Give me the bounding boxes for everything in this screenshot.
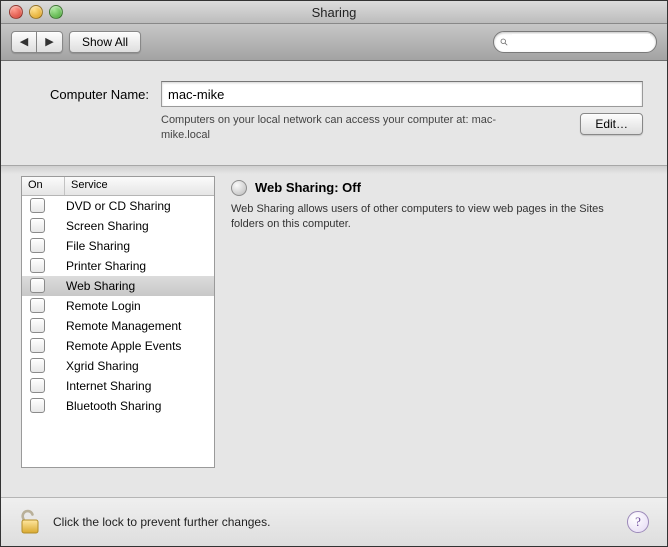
help-button[interactable]: ? xyxy=(627,511,649,533)
service-checkbox[interactable] xyxy=(30,378,45,393)
service-label: DVD or CD Sharing xyxy=(60,199,214,213)
service-label: Web Sharing xyxy=(60,279,214,293)
service-checkbox[interactable] xyxy=(30,338,45,353)
service-label: Remote Management xyxy=(60,319,214,333)
lock-description: Click the lock to prevent further change… xyxy=(53,515,270,529)
service-row[interactable]: Remote Login xyxy=(22,296,214,316)
chevron-left-icon: ◀ xyxy=(20,37,28,48)
column-header-service[interactable]: Service xyxy=(65,177,214,195)
service-row[interactable]: Screen Sharing xyxy=(22,216,214,236)
service-row[interactable]: Remote Apple Events xyxy=(22,336,214,356)
service-detail-pane: Web Sharing: Off Web Sharing allows user… xyxy=(231,176,647,468)
service-label: Remote Login xyxy=(60,299,214,313)
service-label: Bluetooth Sharing xyxy=(60,399,214,413)
service-checkbox[interactable] xyxy=(30,298,45,313)
service-checkbox[interactable] xyxy=(30,398,45,413)
service-label: Internet Sharing xyxy=(60,379,214,393)
show-all-button[interactable]: Show All xyxy=(69,31,141,53)
toolbar: ◀ ▶ Show All xyxy=(1,24,667,61)
service-checkbox[interactable] xyxy=(30,198,45,213)
search-icon xyxy=(500,36,508,48)
footer: Click the lock to prevent further change… xyxy=(1,497,667,546)
service-row[interactable]: Web Sharing xyxy=(22,276,214,296)
computer-name-label: Computer Name: xyxy=(25,87,149,102)
computer-name-subtext: Computers on your local network can acce… xyxy=(161,113,511,143)
service-checkbox[interactable] xyxy=(30,238,45,253)
service-row[interactable]: Internet Sharing xyxy=(22,376,214,396)
service-row[interactable]: Printer Sharing xyxy=(22,256,214,276)
service-detail-title: Web Sharing: Off xyxy=(255,180,361,195)
services-header-row: On Service xyxy=(22,177,214,196)
section-divider xyxy=(1,165,667,176)
service-checkbox[interactable] xyxy=(30,218,45,233)
column-header-on[interactable]: On xyxy=(22,177,65,195)
service-label: Screen Sharing xyxy=(60,219,214,233)
service-detail-description: Web Sharing allows users of other comput… xyxy=(231,202,631,233)
window-close-button[interactable] xyxy=(9,5,23,19)
computer-name-input[interactable] xyxy=(161,81,643,107)
service-checkbox[interactable] xyxy=(30,358,45,373)
edit-button[interactable]: Edit… xyxy=(580,113,643,135)
status-indicator-icon xyxy=(231,180,247,196)
search-input[interactable] xyxy=(512,34,650,50)
service-checkbox[interactable] xyxy=(30,318,45,333)
service-checkbox[interactable] xyxy=(30,278,45,293)
search-field[interactable] xyxy=(493,31,657,53)
window-titlebar: Sharing xyxy=(1,1,667,24)
nav-segment: ◀ ▶ xyxy=(11,31,63,53)
service-label: Printer Sharing xyxy=(60,259,214,273)
service-row[interactable]: File Sharing xyxy=(22,236,214,256)
service-label: File Sharing xyxy=(60,239,214,253)
service-row[interactable]: Remote Management xyxy=(22,316,214,336)
chevron-right-icon: ▶ xyxy=(45,37,53,48)
service-row[interactable]: Xgrid Sharing xyxy=(22,356,214,376)
window-minimize-button[interactable] xyxy=(29,5,43,19)
lock-icon[interactable] xyxy=(19,509,41,535)
service-checkbox[interactable] xyxy=(30,258,45,273)
window-zoom-button[interactable] xyxy=(49,5,63,19)
service-label: Remote Apple Events xyxy=(60,339,214,353)
window-title: Sharing xyxy=(312,5,357,20)
forward-button[interactable]: ▶ xyxy=(37,31,63,53)
service-label: Xgrid Sharing xyxy=(60,359,214,373)
services-table: On Service DVD or CD Sharing Screen Shari… xyxy=(21,176,215,468)
service-row[interactable]: Bluetooth Sharing xyxy=(22,396,214,416)
back-button[interactable]: ◀ xyxy=(11,31,37,53)
service-row[interactable]: DVD or CD Sharing xyxy=(22,196,214,216)
